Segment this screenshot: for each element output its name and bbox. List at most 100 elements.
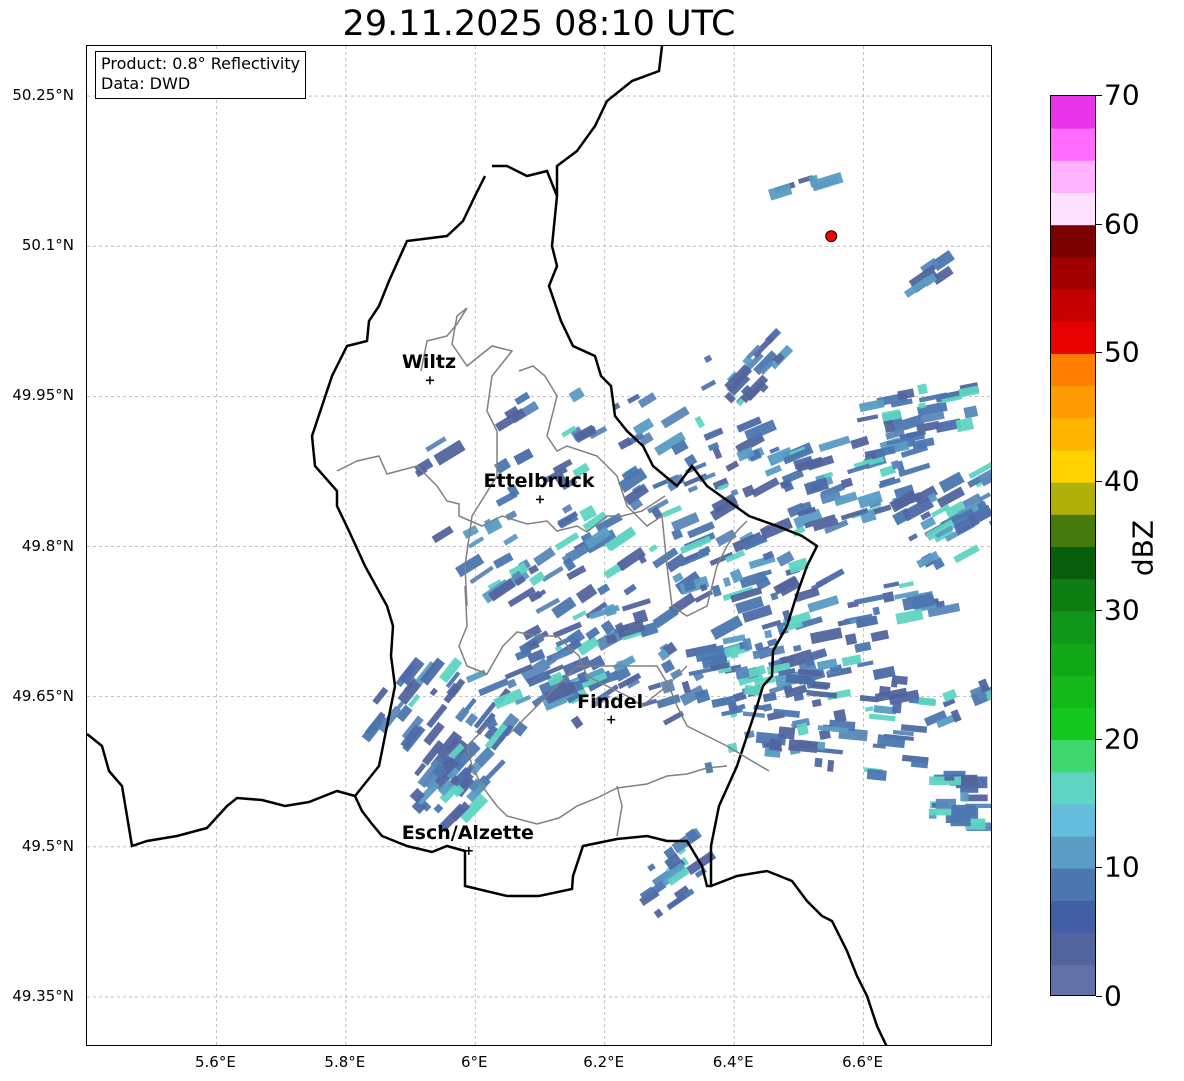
radar-echo-cell: [815, 568, 845, 588]
radar-echo-cell: [722, 576, 732, 587]
colorbar-swatch: [1051, 932, 1095, 966]
radar-echo-cell: [660, 678, 676, 694]
lat-tick-label: 49.8°N: [21, 536, 74, 555]
colorbar-tick-label: 50: [1104, 335, 1140, 369]
radar-echo-cell: [751, 477, 780, 498]
lat-tick-label: 49.35°N: [12, 986, 74, 1005]
lon-tick-label: 6°E: [461, 1053, 488, 1071]
radar-echo-cell: [372, 686, 389, 705]
radar-echo-cell: [683, 453, 698, 468]
product-label: Product: 0.8° Reflectivity: [101, 54, 301, 73]
lon-tick-label: 6.6°E: [842, 1053, 883, 1071]
colorbar-swatch: [1051, 900, 1095, 934]
radar-echo-cell: [694, 415, 705, 429]
radar-echo-cell: [429, 687, 438, 697]
radar-echo-cell: [891, 701, 902, 714]
radar-echo-cell: [533, 546, 556, 567]
radar-echo-cell: [953, 544, 980, 564]
radar-echo-cell: [944, 776, 955, 781]
radar-echo-cell: [898, 581, 914, 589]
radar-echo-cell: [890, 680, 898, 688]
colorbar-tick-mark: [1096, 352, 1102, 354]
radar-echo-cell: [703, 427, 724, 441]
radar-echo-cell: [423, 721, 445, 746]
radar-echo-cell: [570, 715, 584, 729]
radar-echo-cell: [652, 606, 679, 629]
radar-echo-cell: [561, 503, 573, 514]
colorbar-swatch: [1051, 321, 1095, 354]
radar-echo-cell: [700, 379, 717, 392]
radar-echo-cell: [950, 815, 971, 827]
product-info-box: Product: 0.8° Reflectivity Data: DWD: [95, 51, 307, 99]
data-source-label: Data: DWD: [101, 74, 191, 93]
colorbar-swatch: [1051, 514, 1095, 547]
colorbar-swatch: [1051, 160, 1095, 194]
radar-echo-cell: [484, 759, 506, 782]
colorbar-swatch: [1051, 546, 1095, 580]
radar-echo-cell: [978, 492, 991, 502]
colorbar-swatch: [1051, 449, 1095, 483]
germany-france-border: [710, 869, 888, 1045]
radar-echo-cell: [661, 505, 683, 518]
colorbar-swatch: [1051, 964, 1095, 995]
radar-site-marker: [825, 230, 838, 243]
radar-echo-cell: [866, 768, 887, 781]
colorbar-swatch: [1051, 610, 1095, 644]
radar-echo-cell: [670, 668, 683, 680]
radar-echo-cell: [597, 583, 611, 596]
radar-echo-cell: [687, 485, 699, 493]
radar-echo-cell: [653, 908, 664, 919]
colorbar-swatch: [1051, 417, 1095, 451]
radar-echo-cell: [632, 417, 655, 436]
radar-echo-cell: [621, 598, 651, 612]
radar-map[interactable]: [86, 45, 992, 1046]
radar-echo-cell: [626, 393, 641, 404]
radar-echo-cell: [768, 183, 793, 201]
canton-border: [616, 785, 623, 837]
radar-echo-cell: [878, 685, 891, 698]
radar-echo-cell: [764, 464, 782, 477]
radar-echo-cell: [811, 698, 822, 708]
colorbar-swatch: [1051, 578, 1095, 612]
radar-echo-cell: [711, 584, 722, 597]
radar-echo-cell: [439, 657, 463, 684]
radar-echo-cell: [960, 792, 969, 802]
colorbar-tick-mark: [1096, 95, 1102, 96]
lon-tick-label: 6.2°E: [583, 1053, 625, 1071]
colorbar-swatch: [1051, 707, 1095, 741]
radar-echo-cell: [809, 627, 843, 645]
colorbar-tick-label: 20: [1104, 722, 1140, 756]
colorbar-swatch: [1051, 803, 1095, 837]
radar-echo-cell: [850, 435, 870, 450]
radar-echo-cell: [870, 629, 890, 642]
radar-echo-cell: [963, 405, 979, 419]
colorbar-swatch: [1051, 128, 1095, 161]
radar-echo-cell: [648, 544, 658, 553]
germany-belgium-border: [555, 46, 664, 196]
radar-echo-cell: [465, 669, 487, 683]
colorbar-tick-mark: [1096, 996, 1102, 997]
city-label-esch-alzette: Esch/Alzette: [401, 821, 534, 844]
radar-echo-cell: [572, 610, 587, 621]
colorbar-swatch: [1051, 739, 1095, 773]
radar-echo-cell: [895, 608, 924, 625]
radar-echo-cell: [513, 448, 534, 466]
radar-echoes: [361, 172, 991, 919]
colorbar: [1050, 95, 1096, 996]
radar-echo-cell: [433, 803, 444, 814]
radar-echo-cell: [856, 414, 879, 423]
radar-echo-cell: [883, 581, 900, 589]
colorbar-tick-label: 70: [1104, 78, 1140, 112]
radar-echo-cell: [503, 533, 519, 546]
lat-tick-label: 49.65°N: [12, 686, 74, 705]
radar-echo-cell: [827, 759, 835, 772]
colorbar-tick-label: 10: [1104, 850, 1140, 884]
radar-echo-cell: [660, 406, 690, 429]
colorbar-swatch: [1051, 482, 1095, 515]
radar-echo-cell: [575, 583, 598, 604]
colorbar-swatch: [1051, 836, 1095, 869]
radar-echo-cell: [882, 591, 895, 603]
colorbar-tick-label: 0: [1104, 979, 1122, 1013]
radar-echo-cell: [872, 606, 881, 616]
radar-echo-cell: [858, 399, 885, 413]
